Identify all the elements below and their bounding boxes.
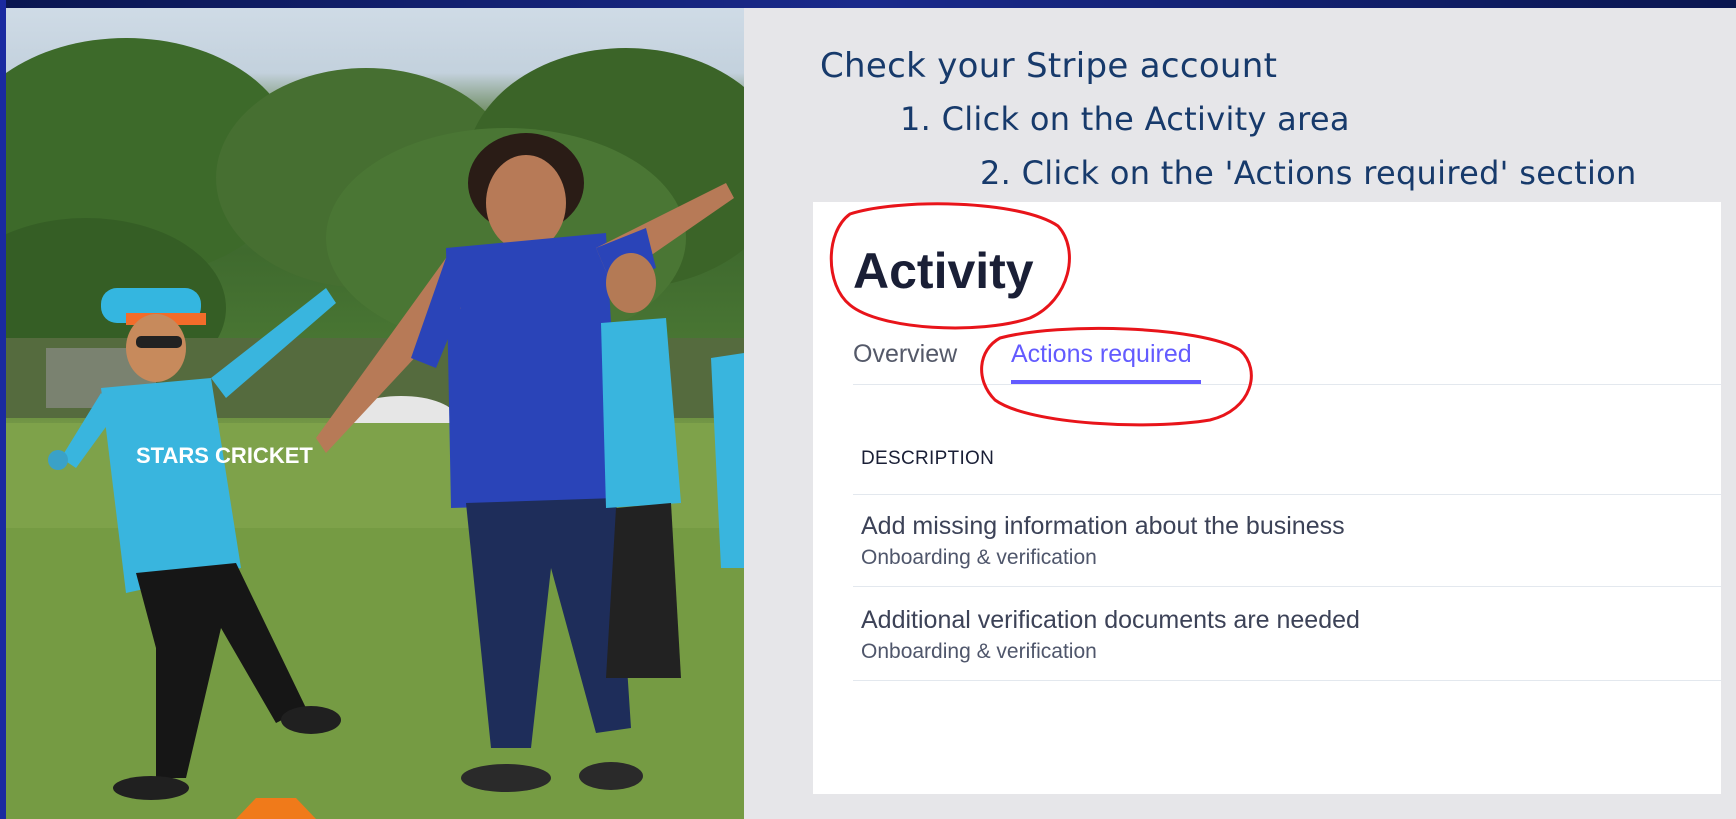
active-tab-indicator: [1011, 380, 1201, 384]
table-header: DESCRIPTION: [853, 444, 1721, 495]
instruction-step-1: 1. Click on the Activity area: [900, 100, 1350, 138]
cricket-coaching-photo: STARS CRICKET: [6, 8, 744, 819]
shirt-print: STARS CRICKET: [136, 443, 313, 468]
row-title: Add missing information about the busine…: [861, 512, 1345, 540]
activity-title[interactable]: Activity: [853, 242, 1034, 300]
tab-actions-required[interactable]: Actions required: [1011, 340, 1192, 369]
instructions-heading: Check your Stripe account: [820, 46, 1278, 86]
activity-tabs: Overview Actions required: [853, 332, 1721, 385]
row-subtitle: Onboarding & verification: [861, 640, 1097, 663]
top-frame-bar: [0, 0, 1736, 8]
photo-illustration: STARS CRICKET: [6, 38, 744, 819]
instruction-step-2: 2. Click on the 'Actions required' secti…: [980, 154, 1637, 192]
row-title: Additional verification documents are ne…: [861, 606, 1360, 634]
table-row[interactable]: Additional verification documents are ne…: [853, 588, 1721, 681]
column-header-description: DESCRIPTION: [861, 448, 995, 469]
table-row[interactable]: Add missing information about the busine…: [853, 494, 1721, 587]
row-subtitle: Onboarding & verification: [861, 546, 1097, 569]
tab-overview[interactable]: Overview: [853, 340, 957, 369]
stripe-activity-screenshot: Activity Overview Actions required DESCR…: [813, 202, 1721, 794]
